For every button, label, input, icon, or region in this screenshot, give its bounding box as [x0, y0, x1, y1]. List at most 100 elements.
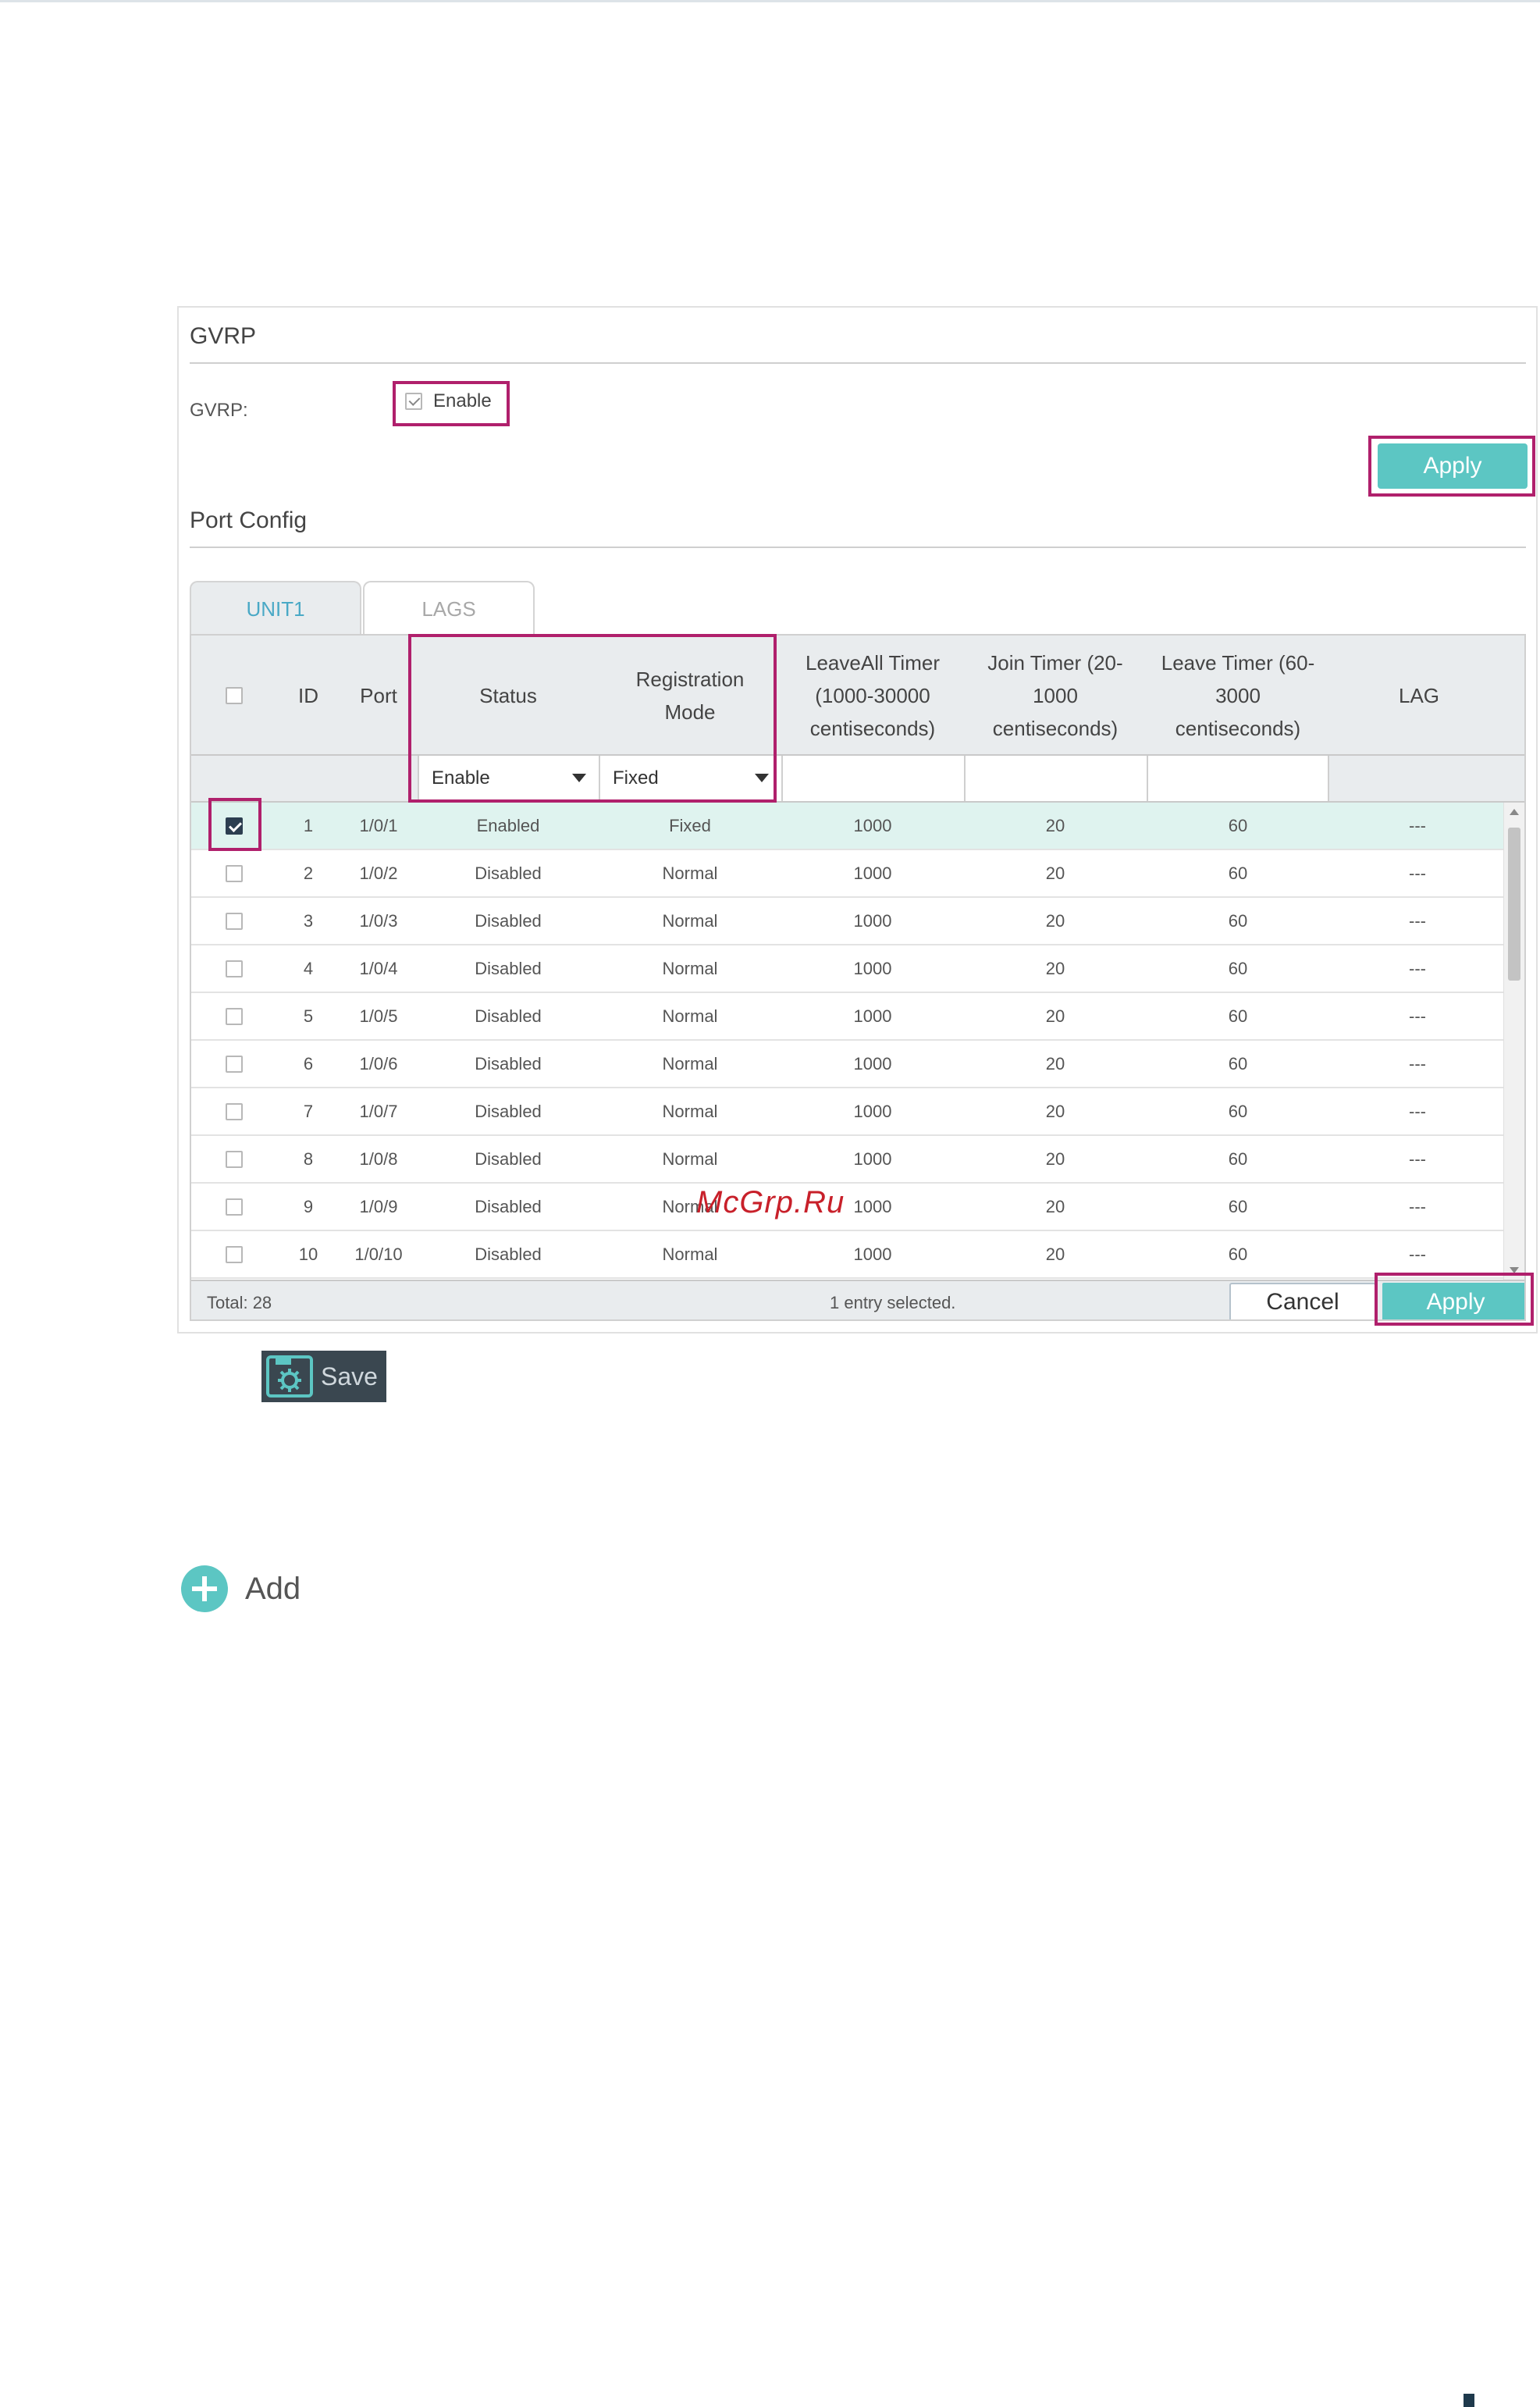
row-checkbox-cell[interactable]: [191, 1231, 277, 1277]
cell-status: Disabled: [475, 958, 542, 978]
row-checkbox[interactable]: [226, 912, 243, 930]
cell-registration-mode: Normal: [662, 1053, 718, 1074]
table-row[interactable]: 10 1/0/10 Disabled Normal 1000 20 60 ---: [191, 1231, 1506, 1279]
row-checkbox-cell[interactable]: [191, 898, 277, 944]
cell-id: 9: [303, 1196, 314, 1216]
filter-row: Enable Fixed: [191, 756, 1524, 803]
cell-id: 4: [303, 958, 314, 978]
cell-id: 3: [303, 910, 314, 931]
cell-id: 6: [303, 1053, 314, 1074]
cell-status: Disabled: [475, 863, 542, 883]
cell-lag: ---: [1409, 1148, 1426, 1169]
row-checkbox-cell[interactable]: [191, 1041, 277, 1087]
cell-join-timer: 20: [1045, 863, 1065, 883]
cell-join-timer: 20: [1045, 815, 1065, 835]
cell-leave-timer: 60: [1228, 910, 1248, 931]
gvrp-config-panel: GVRP GVRP: Enable Apply Port Config UNIT…: [177, 306, 1538, 1333]
header-leaveall-timer: LeaveAll Timer (1000-30000 centiseconds): [806, 651, 940, 740]
cell-leaveall-timer: 1000: [853, 1006, 892, 1026]
cell-leave-timer: 60: [1228, 1101, 1248, 1121]
row-checkbox[interactable]: [226, 864, 243, 882]
cell-lag: ---: [1409, 863, 1426, 883]
row-checkbox-cell[interactable]: [191, 1184, 277, 1230]
add-button[interactable]: Add: [181, 1565, 301, 1612]
row-checkbox-cell[interactable]: [191, 1136, 277, 1182]
cell-port: 1/0/2: [359, 863, 398, 883]
table-footer: Total: 28 1 entry selected. Cancel Apply: [191, 1280, 1524, 1319]
scroll-up-icon[interactable]: [1510, 809, 1519, 815]
cell-lag: ---: [1409, 815, 1426, 835]
cell-status: Disabled: [475, 1006, 542, 1026]
cell-join-timer: 20: [1045, 1101, 1065, 1121]
table-row[interactable]: 1 1/0/1 Enabled Fixed 1000 20 60 ---: [191, 803, 1506, 850]
row-checkbox[interactable]: [226, 1245, 243, 1263]
cell-status: Enabled: [476, 815, 540, 835]
row-checkbox[interactable]: [226, 1198, 243, 1216]
cell-status: Disabled: [475, 910, 542, 931]
header-leave-timer: Leave Timer (60-3000 centiseconds): [1161, 651, 1315, 740]
table-row[interactable]: 4 1/0/4 Disabled Normal 1000 20 60 ---: [191, 945, 1506, 993]
cell-join-timer: 20: [1045, 1244, 1065, 1264]
cell-status: Disabled: [475, 1148, 542, 1169]
cell-id: 1: [303, 815, 314, 835]
cell-registration-mode: Normal: [662, 1101, 718, 1121]
cancel-button[interactable]: Cancel: [1229, 1283, 1376, 1319]
cell-leave-timer: 60: [1228, 958, 1248, 978]
cell-status: Disabled: [475, 1053, 542, 1074]
row-checkbox[interactable]: [226, 960, 243, 977]
watermark: McGrp.Ru: [696, 1185, 845, 1220]
join-timer-input[interactable]: [964, 756, 1147, 801]
cell-id: 10: [298, 1244, 318, 1264]
scroll-thumb[interactable]: [1508, 828, 1520, 981]
table-body: 1 1/0/1 Enabled Fixed 1000 20 60 --- 2 1/0/2 Disab…: [191, 803, 1506, 1280]
header-join-timer: Join Timer (20-1000 centiseconds): [987, 651, 1123, 740]
leaveall-timer-input[interactable]: [781, 756, 964, 801]
table-row[interactable]: 5 1/0/5 Disabled Normal 1000 20 60 ---: [191, 993, 1506, 1041]
highlight-row-checkbox: [208, 798, 261, 851]
table-row[interactable]: 2 1/0/2 Disabled Normal 1000 20 60 ---: [191, 850, 1506, 898]
cell-leave-timer: 60: [1228, 1196, 1248, 1216]
table-row[interactable]: 9 1/0/9 Disabled Normal 1000 20 60 ---: [191, 1184, 1506, 1231]
cell-registration-mode: Normal: [662, 863, 718, 883]
select-all-checkbox[interactable]: [226, 687, 243, 704]
save-label: Save: [321, 1362, 378, 1390]
cell-id: 7: [303, 1101, 314, 1121]
top-rule: [0, 0, 1540, 2]
row-checkbox[interactable]: [226, 1150, 243, 1168]
row-checkbox[interactable]: [226, 1055, 243, 1073]
cell-port: 1/0/3: [359, 910, 398, 931]
cell-join-timer: 20: [1045, 1148, 1065, 1169]
gvrp-section-divider: [190, 362, 1526, 364]
cell-registration-mode: Normal: [662, 958, 718, 978]
table-row[interactable]: 6 1/0/6 Disabled Normal 1000 20 60 ---: [191, 1041, 1506, 1088]
cell-leaveall-timer: 1000: [853, 815, 892, 835]
table-scrollbar[interactable]: [1503, 803, 1524, 1280]
save-gear-icon: [266, 1355, 313, 1398]
table-row[interactable]: 3 1/0/3 Disabled Normal 1000 20 60 ---: [191, 898, 1506, 945]
cell-status: Disabled: [475, 1101, 542, 1121]
cell-leave-timer: 60: [1228, 1244, 1248, 1264]
cell-leaveall-timer: 1000: [853, 910, 892, 931]
tab-lags[interactable]: LAGS: [363, 581, 535, 636]
leave-timer-input[interactable]: [1147, 756, 1329, 801]
header-id: ID: [298, 684, 318, 707]
row-checkbox[interactable]: [226, 1007, 243, 1025]
row-checkbox-cell[interactable]: [191, 850, 277, 896]
cell-port: 1/0/10: [354, 1244, 403, 1264]
tab-unit1[interactable]: UNIT1: [190, 581, 361, 636]
row-checkbox-cell[interactable]: [191, 1088, 277, 1134]
port-config-divider: [190, 547, 1526, 548]
cell-status: Disabled: [475, 1196, 542, 1216]
cell-leaveall-timer: 1000: [853, 863, 892, 883]
table-row[interactable]: 8 1/0/8 Disabled Normal 1000 20 60 ---: [191, 1136, 1506, 1184]
highlight-gvrp-enable: [393, 381, 510, 426]
row-checkbox-cell[interactable]: [191, 945, 277, 992]
cell-leave-timer: 60: [1228, 1148, 1248, 1169]
save-button[interactable]: Save: [261, 1351, 386, 1402]
cell-join-timer: 20: [1045, 1196, 1065, 1216]
row-checkbox-cell[interactable]: [191, 993, 277, 1039]
row-checkbox[interactable]: [226, 1102, 243, 1120]
header-select-all[interactable]: [191, 636, 277, 756]
gvrp-label: GVRP:: [190, 400, 248, 421]
table-row[interactable]: 7 1/0/7 Disabled Normal 1000 20 60 ---: [191, 1088, 1506, 1136]
